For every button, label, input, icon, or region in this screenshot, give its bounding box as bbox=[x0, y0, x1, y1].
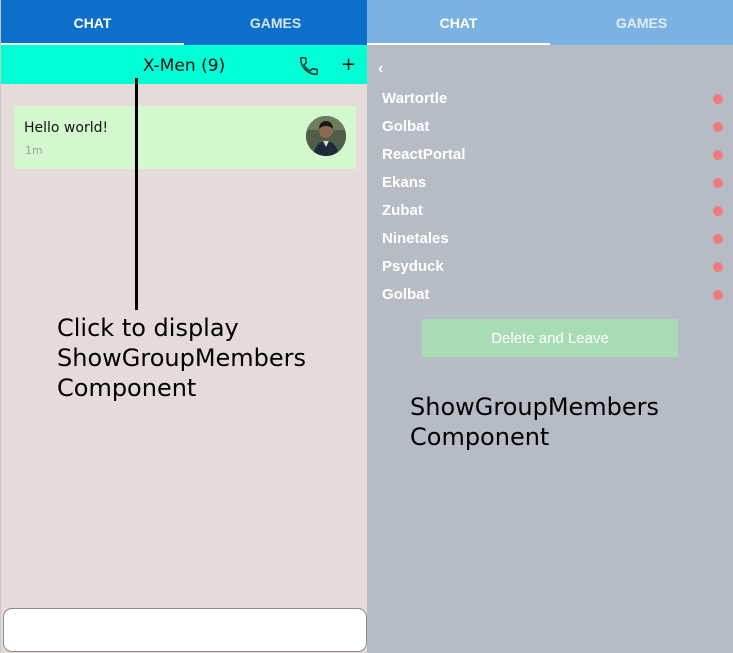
status-dot-icon bbox=[713, 234, 723, 244]
status-dot-icon bbox=[713, 122, 723, 132]
chevron-left-icon[interactable]: ‹ bbox=[378, 60, 383, 78]
annotation-text: Click to display ShowGroupMembers Compon… bbox=[57, 314, 307, 402]
status-dot-icon bbox=[713, 290, 723, 300]
message-text: Hello world! bbox=[24, 120, 109, 136]
tab-bar: CHAT GAMES bbox=[1, 0, 367, 45]
member-item[interactable]: Golbat bbox=[367, 113, 733, 141]
message-bubble: Hello world! 1m bbox=[14, 106, 356, 169]
annotation-pointer-line bbox=[135, 78, 138, 310]
member-item[interactable]: Zubat bbox=[367, 197, 733, 225]
tab-bar: CHAT GAMES bbox=[367, 0, 733, 45]
status-dot-icon bbox=[713, 178, 723, 188]
user-avatar-image bbox=[306, 116, 346, 156]
status-dot-icon bbox=[713, 94, 723, 104]
message-time: 1m bbox=[25, 144, 43, 157]
member-list: Wartortle Golbat ReactPortal Ekans Zubat… bbox=[367, 85, 733, 309]
member-item[interactable]: Wartortle bbox=[367, 85, 733, 113]
tab-chat[interactable]: CHAT bbox=[1, 0, 184, 45]
tab-chat[interactable]: CHAT bbox=[367, 0, 550, 45]
message-input[interactable] bbox=[3, 608, 367, 652]
status-dot-icon bbox=[713, 262, 723, 272]
delete-and-leave-button[interactable]: Delete and Leave bbox=[422, 319, 678, 357]
member-name: Wartortle bbox=[382, 90, 448, 107]
member-name: Zubat bbox=[382, 202, 423, 219]
chat-panel: CHAT GAMES X-Men (9) + Hello world! 1m C… bbox=[0, 0, 367, 653]
annotation-text: ShowGroupMembers Component bbox=[410, 393, 660, 451]
avatar[interactable] bbox=[306, 116, 346, 156]
member-item[interactable]: Ekans bbox=[367, 169, 733, 197]
member-name: ReactPortal bbox=[382, 146, 466, 163]
phone-icon[interactable] bbox=[298, 55, 320, 77]
status-dot-icon bbox=[713, 150, 723, 160]
group-members-panel: CHAT GAMES ‹ Wartortle Golbat ReactPorta… bbox=[367, 0, 733, 653]
member-name: Golbat bbox=[382, 286, 430, 303]
plus-icon[interactable]: + bbox=[341, 54, 356, 75]
member-name: Ekans bbox=[382, 174, 427, 191]
group-header: X-Men (9) + bbox=[1, 45, 367, 84]
member-item[interactable]: Golbat bbox=[367, 281, 733, 309]
member-item[interactable]: Ninetales bbox=[367, 225, 733, 253]
tab-games[interactable]: GAMES bbox=[184, 0, 367, 45]
member-item[interactable]: Psyduck bbox=[367, 253, 733, 281]
member-name: Ninetales bbox=[382, 230, 449, 247]
member-name: Psyduck bbox=[382, 258, 444, 275]
member-item[interactable]: ReactPortal bbox=[367, 141, 733, 169]
status-dot-icon bbox=[713, 206, 723, 216]
tab-games[interactable]: GAMES bbox=[550, 0, 733, 45]
member-name: Golbat bbox=[382, 118, 430, 135]
